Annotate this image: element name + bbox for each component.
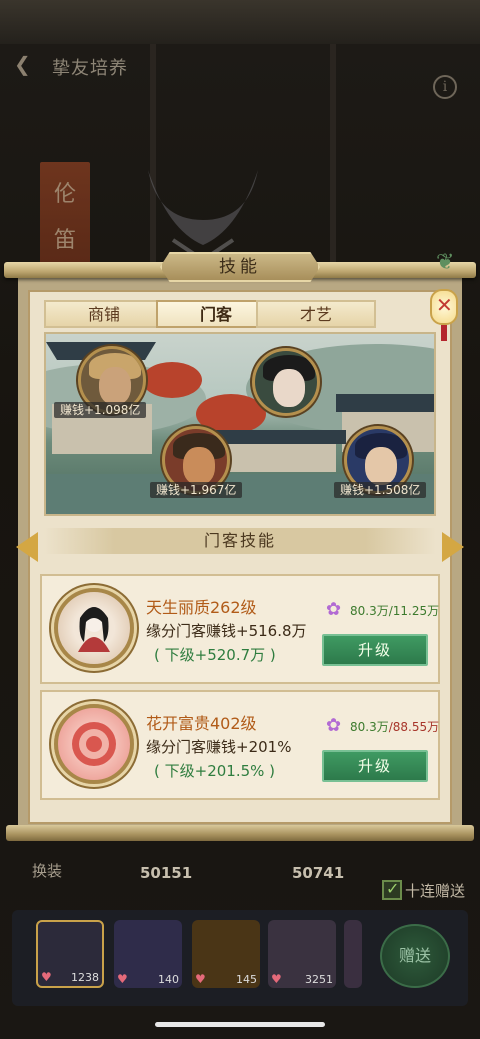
home-indicator[interactable] <box>155 1022 325 1027</box>
close-icon: ✕ <box>436 293 453 317</box>
nav-bar: ❮ 挚友培养 <box>0 44 480 88</box>
section-title: 门客技能 <box>44 528 436 554</box>
lady-portrait <box>78 607 110 652</box>
retainer-earning: 赚钱+1.508亿 <box>334 482 427 498</box>
upgrade-button[interactable]: 升级 <box>322 750 428 782</box>
skill-card: 天生丽质262级 缘分门客赚钱+516.8万 ( 下级+520.7万 ) ✿ 8… <box>40 574 440 684</box>
scroll-rod-bottom <box>6 825 474 841</box>
retainer-earning: 赚钱+1.967亿 <box>150 482 243 498</box>
heart-icon: ♥ <box>195 972 206 986</box>
heart-icon: ♥ <box>41 970 52 984</box>
dialog-title: 技能 <box>160 252 320 282</box>
skill-description: 缘分门客赚钱+516.8万 <box>146 622 307 640</box>
gift-item-pendant[interactable]: ♥ 145 <box>192 920 260 988</box>
gift-count: 140 <box>158 973 179 986</box>
ten-send-checkbox[interactable] <box>382 879 402 900</box>
status-bar <box>0 0 480 44</box>
skill-cost: 80.3万/88.55万 <box>350 718 439 735</box>
heart-icon: ♥ <box>117 972 128 986</box>
skill-next-level: ( 下级+520.7万 ) <box>154 646 276 664</box>
back-arrow-icon[interactable]: ❮ <box>14 54 34 74</box>
face-shape <box>99 367 131 405</box>
tab-talent[interactable]: 才艺 <box>256 300 376 328</box>
face-shape <box>183 447 215 485</box>
cost-need: /11.25万 <box>388 604 440 618</box>
skill-name: 花开富贵402级 <box>146 714 257 733</box>
heart-icon: ♥ <box>271 972 282 986</box>
upgrade-button[interactable]: 升级 <box>322 634 428 666</box>
gift-item-hairpin[interactable]: ♥ 140 <box>114 920 182 988</box>
gift-count: 3251 <box>305 973 333 986</box>
skill-name: 天生丽质262级 <box>146 598 257 617</box>
ten-send-label: 十连赠送 <box>405 882 466 900</box>
tassel-decoration <box>441 325 447 341</box>
skill-description: 缘分门客赚钱+201% <box>146 738 292 756</box>
peony-flower <box>72 722 116 766</box>
prev-arrow-icon[interactable] <box>12 532 38 562</box>
cost-have: 80.3万 <box>350 720 389 734</box>
gift-count: 1238 <box>71 971 99 984</box>
gift-item-comb[interactable]: ♥ 1238 <box>36 920 104 988</box>
face-shape <box>273 369 305 407</box>
intimacy-score: 50151 <box>140 864 193 882</box>
tab-shop[interactable]: 商铺 <box>44 300 164 328</box>
gift-item-partial[interactable] <box>344 920 362 988</box>
maple-tree <box>142 362 202 398</box>
beauty-skill-icon <box>54 588 134 668</box>
skill-card: 花开富贵402级 缘分门客赚钱+201% ( 下级+201.5% ) ✿ 80.… <box>40 690 440 800</box>
info-icon[interactable]: i <box>433 75 457 99</box>
skill-next-level: ( 下级+201.5% ) <box>154 762 276 780</box>
close-lantern-button[interactable]: ✕ <box>428 285 460 341</box>
gift-item-rouge[interactable]: ♥ 3251 <box>268 920 336 988</box>
face-shape <box>365 447 397 485</box>
page-title: 挚友培养 <box>52 58 128 79</box>
intimacy-score: 50741 <box>292 864 345 882</box>
gift-count: 145 <box>236 973 257 986</box>
peony-skill-icon <box>54 704 134 784</box>
flower-currency-icon: ✿ <box>326 715 342 736</box>
banner-char: 笛 <box>53 228 76 253</box>
flower-currency-icon: ✿ <box>326 599 342 620</box>
cost-need: /88.55万 <box>388 720 440 734</box>
retainer-avatar-2[interactable] <box>252 348 320 416</box>
swap-outfit-button[interactable]: 换装 <box>32 860 62 881</box>
retainer-earning: 赚钱+1.098亿 <box>54 402 147 418</box>
skill-cost: 80.3万/11.25万 <box>350 602 439 619</box>
leaf-decoration-icon: ❦ <box>436 250 455 275</box>
building-roof <box>336 394 434 412</box>
banner-char: 伦 <box>53 182 76 207</box>
cost-have: 80.3万 <box>350 604 389 618</box>
next-arrow-icon[interactable] <box>442 532 468 562</box>
send-gift-button[interactable]: 赠送 <box>380 924 450 988</box>
